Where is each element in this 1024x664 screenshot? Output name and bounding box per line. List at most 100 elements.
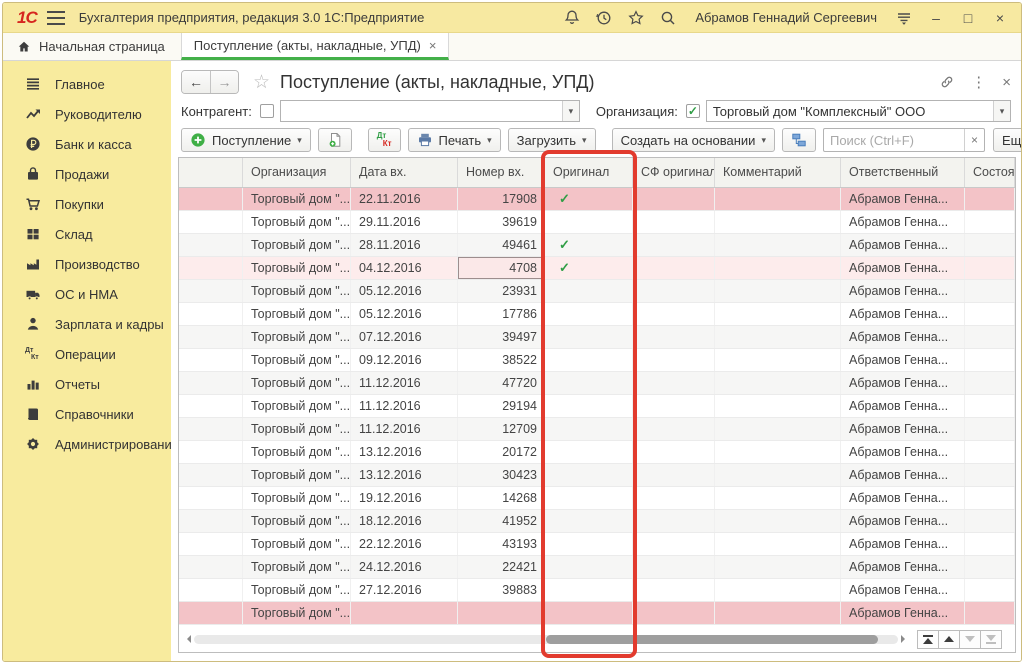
sidebar-item-operations[interactable]: ДтКт Операции (3, 339, 171, 369)
search-input[interactable] (824, 133, 964, 148)
table-cell[interactable]: Абрамов Генна... (841, 441, 965, 463)
table-cell[interactable] (179, 303, 243, 325)
table-cell[interactable] (179, 395, 243, 417)
table-cell[interactable]: Абрамов Генна... (841, 579, 965, 601)
table-cell[interactable]: Торговый дом "... (243, 441, 351, 463)
more-button[interactable]: Еще ▾ (993, 128, 1022, 152)
table-cell[interactable] (633, 211, 715, 233)
table-cell[interactable] (965, 188, 1015, 210)
table-cell[interactable] (965, 579, 1015, 601)
go-to-end-button[interactable] (980, 630, 1002, 649)
table-cell[interactable]: 4708 (458, 257, 545, 279)
more-menu-dots-icon[interactable]: ⋮ (971, 73, 986, 91)
table-row[interactable]: Торговый дом "...07.12.201639497 Абрамов … (179, 326, 1015, 349)
table-cell[interactable] (965, 464, 1015, 486)
table-cell[interactable] (965, 602, 1015, 624)
table-cell[interactable]: Торговый дом "... (243, 280, 351, 302)
sidebar-item-production[interactable]: Производство (3, 249, 171, 279)
table-cell[interactable]: 39883 (458, 579, 545, 601)
column-header-8[interactable]: Состояние ЭДО (965, 158, 1015, 187)
favorites-star-icon[interactable] (627, 9, 645, 27)
table-cell[interactable] (715, 510, 841, 532)
table-cell[interactable] (179, 349, 243, 371)
table-cell[interactable] (179, 602, 243, 624)
table-row[interactable]: Торговый дом "...11.12.201629194Абрамов … (179, 395, 1015, 418)
table-cell[interactable] (179, 326, 243, 348)
table-cell[interactable] (965, 372, 1015, 394)
table-cell[interactable]: 43193 (458, 533, 545, 555)
table-cell[interactable]: Торговый дом "... (243, 234, 351, 256)
sidebar-item-fixed-assets[interactable]: ОС и НМА (3, 279, 171, 309)
table-cell[interactable]: 17908 (458, 188, 545, 210)
table-cell[interactable] (545, 464, 633, 486)
column-header-1[interactable]: Организация (243, 158, 351, 187)
table-cell[interactable] (179, 280, 243, 302)
table-cell[interactable] (633, 602, 715, 624)
table-cell[interactable]: 22.11.2016 (351, 188, 458, 210)
table-cell[interactable] (545, 602, 633, 624)
sidebar-item-sales[interactable]: Продажи (3, 159, 171, 189)
table-cell[interactable]: 22.12.2016 (351, 533, 458, 555)
load-button[interactable]: Загрузить ▾ (508, 128, 596, 152)
table-cell[interactable]: Абрамов Генна... (841, 418, 965, 440)
table-row[interactable]: Торговый дом "...22.11.201617908✓Абрамов… (179, 188, 1015, 211)
table-cell[interactable] (715, 395, 841, 417)
table-cell[interactable] (715, 280, 841, 302)
table-cell[interactable] (633, 326, 715, 348)
table-cell[interactable]: 39497 (458, 326, 545, 348)
table-cell[interactable] (715, 188, 841, 210)
table-cell[interactable] (179, 510, 243, 532)
table-cell[interactable]: 13.12.2016 (351, 464, 458, 486)
table-cell[interactable] (545, 441, 633, 463)
table-cell[interactable]: 11.12.2016 (351, 372, 458, 394)
print-button[interactable]: Печать ▾ (408, 128, 501, 152)
table-row[interactable]: Торговый дом "...13.12.201620172Абрамов … (179, 441, 1015, 464)
table-cell[interactable]: 04.12.2016 (351, 257, 458, 279)
table-cell[interactable] (965, 326, 1015, 348)
sidebar-item-warehouse[interactable]: Склад (3, 219, 171, 249)
table-cell[interactable] (715, 234, 841, 256)
organization-dropdown-icon[interactable]: ▾ (993, 101, 1010, 121)
table-cell[interactable]: 07.12.2016 (351, 326, 458, 348)
table-cell[interactable] (965, 418, 1015, 440)
table-cell[interactable]: Торговый дом "... (243, 188, 351, 210)
table-cell[interactable] (965, 234, 1015, 256)
table-cell[interactable] (633, 280, 715, 302)
table-cell[interactable]: Торговый дом "... (243, 533, 351, 555)
column-header-4[interactable]: Оригинал (545, 158, 633, 187)
table-cell[interactable] (179, 464, 243, 486)
table-cell[interactable]: Торговый дом "... (243, 326, 351, 348)
table-cell[interactable] (633, 556, 715, 578)
table-cell[interactable]: Торговый дом "... (243, 257, 351, 279)
table-cell[interactable] (545, 510, 633, 532)
table-cell[interactable]: Торговый дом "... (243, 487, 351, 509)
table-cell[interactable]: Абрамов Генна... (841, 533, 965, 555)
table-row[interactable]: Торговый дом "...11.12.201612709Абрамов … (179, 418, 1015, 441)
maximize-button[interactable]: □ (959, 10, 977, 26)
table-cell[interactable]: Абрамов Генна... (841, 326, 965, 348)
table-cell[interactable] (965, 556, 1015, 578)
table-cell[interactable] (545, 395, 633, 417)
table-cell[interactable] (715, 441, 841, 463)
table-cell[interactable] (965, 303, 1015, 325)
sidebar-item-administration[interactable]: Администрирование (3, 429, 171, 459)
table-cell[interactable] (179, 556, 243, 578)
sidebar-item-manager[interactable]: Руководителю (3, 99, 171, 129)
sidebar-item-reports[interactable]: Отчеты (3, 369, 171, 399)
show-postings-button[interactable]: ДтКт (368, 128, 401, 152)
table-cell[interactable] (179, 533, 243, 555)
sidebar-item-directories[interactable]: Справочники (3, 399, 171, 429)
table-cell[interactable] (633, 349, 715, 371)
go-up-button[interactable] (938, 630, 960, 649)
table-cell[interactable]: 11.12.2016 (351, 418, 458, 440)
table-cell[interactable]: Абрамов Генна... (841, 234, 965, 256)
tab-receipts-active[interactable]: Поступление (акты, накладные, УПД) × (181, 33, 450, 60)
table-cell[interactable] (545, 349, 633, 371)
table-cell[interactable] (715, 303, 841, 325)
table-cell[interactable]: ✓ (545, 234, 633, 256)
table-cell[interactable] (715, 418, 841, 440)
table-cell[interactable]: Торговый дом "... (243, 418, 351, 440)
table-row[interactable]: Торговый дом "...09.12.201638522Абрамов … (179, 349, 1015, 372)
table-cell[interactable]: Абрамов Генна... (841, 349, 965, 371)
table-cell[interactable] (179, 234, 243, 256)
